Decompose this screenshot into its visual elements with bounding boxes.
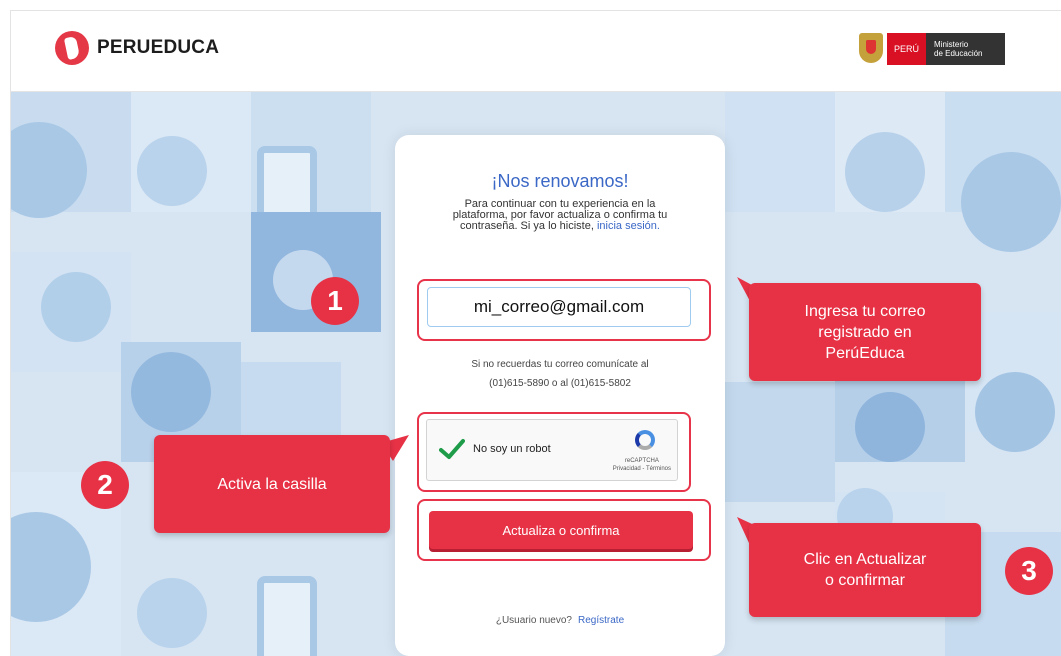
- step-1-line-3: PerúEduca: [825, 344, 905, 362]
- step-3-line-2: o confirmar: [824, 572, 906, 589]
- flask-icon: [845, 132, 925, 212]
- recaptcha-brand: reCAPTCHA: [624, 458, 659, 464]
- email-input[interactable]: [427, 287, 691, 327]
- captcha-label[interactable]: No soy un robot: [473, 443, 551, 455]
- app-frame: PERUEDUCA PERÚ Ministerio de Educación ¡…: [10, 10, 1061, 656]
- brand-logo[interactable]: PERUEDUCA: [55, 31, 219, 65]
- bg-tile: [725, 382, 835, 502]
- step-1-badge: 1: [311, 277, 359, 325]
- description-line-3: contraseña. Si ya lo hiciste, inicia ses…: [423, 221, 697, 232]
- bg-tile: [725, 92, 835, 212]
- site-header: PERUEDUCA PERÚ Ministerio de Educación: [11, 11, 1061, 92]
- hint-line-1: Si no recuerdas tu correo comunícate al: [471, 359, 649, 370]
- new-user-prompt: ¿Usuario nuevo? Regístrate: [395, 615, 725, 626]
- bg-circle: [961, 152, 1061, 252]
- checkmark-icon[interactable]: [439, 438, 465, 460]
- card-description: Para continuar con tu experiencia en la …: [423, 199, 697, 232]
- recaptcha-icon: [635, 430, 655, 450]
- person-illustration-icon: [137, 578, 207, 648]
- peru-map-icon: [55, 31, 89, 65]
- step-3-badge: 3: [1005, 547, 1053, 595]
- recaptcha-links[interactable]: Privacidad - Términos: [613, 465, 671, 473]
- card-title: ¡Nos renovamos!: [491, 171, 629, 191]
- person-illustration-icon: [137, 136, 207, 206]
- description-text: contraseña. Si ya lo hiciste,: [460, 220, 594, 232]
- step-1-line-1: Ingresa tu correo: [804, 302, 926, 320]
- new-user-text: ¿Usuario nuevo?: [495, 615, 572, 626]
- submit-button[interactable]: Actualiza o confirma: [429, 511, 693, 549]
- person-illustration-icon: [41, 272, 111, 342]
- recaptcha-widget[interactable]: No soy un robot reCAPTCHA Privacidad - T…: [426, 419, 678, 481]
- ministry-line-2: de Educación: [934, 49, 983, 58]
- step-1-callout: Ingresa tu correo registrado en PerúEduc…: [749, 283, 981, 381]
- login-link[interactable]: inicia sesión.: [597, 220, 660, 232]
- step-2-callout: Activa la casilla: [154, 435, 390, 533]
- brand-name: PERUEDUCA: [97, 37, 220, 58]
- people-icon: [855, 392, 925, 462]
- ministry-logo[interactable]: PERÚ Ministerio de Educación: [859, 33, 1005, 65]
- step-3-line-1: Clic en Actualizar: [803, 551, 927, 568]
- coat-of-arms-icon: [859, 33, 883, 63]
- register-link[interactable]: Regístrate: [578, 615, 624, 626]
- ministry-line-1: Ministerio: [934, 40, 969, 49]
- login-card: ¡Nos renovamos! Para continuar con tu ex…: [395, 135, 725, 656]
- hint-line-2: (01)615-5890 o al (01)615-5802: [489, 378, 631, 389]
- bg-circle: [975, 372, 1055, 452]
- palette-icon: [131, 352, 211, 432]
- step-2-badge: 2: [81, 461, 129, 509]
- step-1-line-2: registrado en: [818, 323, 912, 341]
- gov-country-label: PERÚ: [887, 33, 927, 65]
- step-3-callout: Clic en Actualizar o confirmar: [749, 523, 981, 617]
- gov-ministry-label: Ministerio de Educación: [926, 33, 1005, 65]
- recaptcha-branding: reCAPTCHA Privacidad - Términos: [613, 457, 671, 473]
- tablet-icon: [257, 576, 317, 656]
- email-hint: Si no recuerdas tu correo comunícate al …: [395, 355, 725, 393]
